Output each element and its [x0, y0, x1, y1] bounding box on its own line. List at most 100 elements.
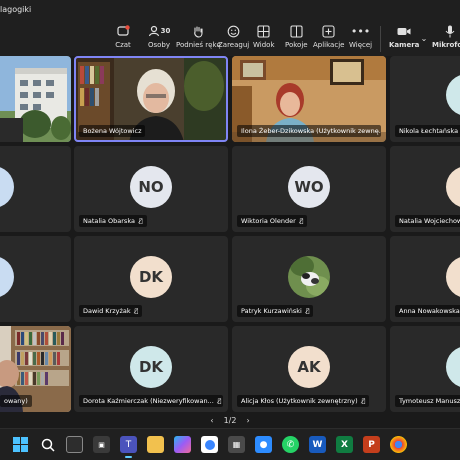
teams-icon[interactable]: T [120, 436, 137, 458]
participant-name-tag: Patryk Kurzawiński 🎙̸ [237, 305, 314, 317]
participant-name-tag: Wiktoria Olender 🎙̸ [237, 215, 308, 227]
task-view-icon[interactable] [66, 436, 83, 453]
react-label: Zareaguj [218, 41, 250, 49]
apps-icon [321, 23, 337, 39]
participant-name: Anna Nowakowska [399, 307, 460, 315]
mic-muted-icon: 🎙̸ [299, 217, 304, 225]
participant-tile[interactable]: S [0, 146, 71, 232]
apps-button[interactable]: Aplikacje [313, 23, 344, 49]
title-bar: lagogiki [0, 0, 460, 20]
mic-muted-icon: 🎙̸ [361, 397, 366, 405]
participant-name: Patryk Kurzawiński [241, 307, 302, 315]
avatar: WO [288, 166, 330, 208]
avatar: NO [130, 166, 172, 208]
toolbar-divider [380, 26, 381, 52]
people-count: 30 [160, 27, 171, 35]
mic-label: Mikrofon [432, 41, 460, 49]
file-explorer-icon[interactable] [147, 436, 164, 453]
participant-grid: N S NO WO N I DK A [0, 56, 460, 412]
view-label: Widok [253, 41, 275, 49]
participant-tile[interactable]: I [0, 236, 71, 322]
search-icon[interactable] [39, 436, 56, 453]
camera-icon [396, 23, 412, 39]
mic-muted-icon: 🎙̸ [217, 397, 222, 405]
view-icon [256, 23, 272, 39]
participant-name: owany) [4, 397, 28, 405]
chrome-icon[interactable] [390, 436, 407, 453]
participant-tile[interactable] [0, 56, 71, 142]
people-label: Osoby [147, 41, 171, 49]
photos-icon[interactable] [201, 436, 218, 453]
camera-label: Kamera [389, 41, 420, 49]
calculator-icon[interactable]: ▦ [228, 436, 245, 453]
participant-name-tag: Ilona Żeber-Dzikowska (Użytkownik zewnę.… [237, 125, 381, 137]
window-title: lagogiki [0, 5, 32, 14]
avatar: T [446, 346, 460, 388]
rooms-button[interactable]: Pokoje [285, 23, 308, 49]
participant-name-tag: Natalia Obarska 🎙̸ [79, 215, 147, 227]
powerpoint-icon[interactable]: P [363, 436, 380, 453]
whatsapp-icon[interactable]: ✆ [282, 436, 299, 453]
avatar: I [0, 256, 14, 298]
mic-muted-icon: 🎙̸ [134, 307, 139, 315]
participant-name: Tymoteusz Manuszak [399, 397, 460, 405]
participant-name: Alicja Kłos (Użytkownik zewnętrzny) [241, 397, 358, 405]
copilot-icon[interactable] [174, 436, 191, 453]
more-icon: ••• [350, 24, 371, 38]
participant-name-tag: Dawid Krzyżak 🎙̸ [79, 305, 143, 317]
avatar: N [446, 74, 460, 116]
avatar: S [0, 166, 14, 208]
windows-taskbar: ▣ T ▦ ● ✆ W X P [0, 428, 460, 460]
apps-label: Aplikacje [313, 41, 345, 49]
people-button[interactable]: 30 Osoby [145, 23, 173, 49]
mic-muted-icon: 🎙̸ [305, 307, 310, 315]
react-button[interactable]: Zareaguj [218, 23, 249, 49]
previous-page-button[interactable]: ‹ [210, 416, 213, 425]
participant-name: Ilona Żeber-Dzikowska (Użytkownik zewnę.… [241, 127, 381, 135]
raise-hand-button[interactable]: Podnieś rękę [176, 23, 221, 49]
chat-label: Czat [115, 41, 131, 49]
people-icon [148, 25, 159, 37]
page-navigator: ‹ 1/2 › [0, 412, 460, 428]
avatar: DK [130, 346, 172, 388]
participant-name-tag: Anna Nowakowska [395, 305, 460, 317]
chevron-down-icon: ⌄ [420, 33, 428, 43]
participant-name: Bożena Wójtowicz [83, 127, 142, 135]
avatar: AK [288, 346, 330, 388]
participant-name-tag: Alicja Kłos (Użytkownik zewnętrzny) 🎙̸ [237, 395, 370, 407]
next-page-button[interactable]: › [246, 416, 249, 425]
participant-name-tag: Bożena Wójtowicz [79, 125, 146, 137]
participant-name-tag: Nikola Łechtańska [395, 125, 460, 137]
participant-name: Dorota Kaźmierczak (Niezweryfikowan... [83, 397, 214, 405]
word-icon[interactable]: W [309, 436, 326, 453]
windows-start-icon[interactable] [12, 436, 29, 453]
camera-options-button[interactable]: ⌄ [416, 30, 432, 46]
widgets-icon[interactable]: ▣ [93, 436, 110, 453]
avatar: DK [130, 256, 172, 298]
mic-muted-icon: 🎙̸ [138, 217, 143, 225]
zoom-icon[interactable]: ● [255, 436, 272, 453]
rooms-label: Pokoje [285, 41, 308, 49]
participant-name: Wiktoria Olender [241, 217, 296, 225]
more-button[interactable]: ••• Więcej [349, 23, 373, 50]
rooms-icon [288, 23, 304, 39]
mic-button[interactable]: Mikrofon [432, 23, 460, 49]
avatar-photo [288, 256, 330, 298]
camera-button[interactable]: Kamera [389, 23, 419, 49]
raise-hand-icon [190, 23, 206, 39]
avatar: N [446, 166, 460, 208]
video-feed-building [0, 56, 71, 142]
view-button[interactable]: Widok [253, 23, 275, 49]
raise-hand-label: Podnieś rękę [176, 41, 221, 49]
participant-name-tag: Natalia Wojciechows [395, 215, 460, 227]
participant-name-tag: owany) [0, 395, 32, 407]
participant-name: Dawid Krzyżak [83, 307, 131, 315]
meeting-toolbar: Czat 30 Osoby Podnieś rękę Zareaguj Wido… [0, 20, 460, 56]
more-label: Więcej [349, 41, 373, 49]
page-indicator: 1/2 [223, 415, 237, 425]
chat-button[interactable]: Czat [115, 23, 131, 49]
participant-name-tag: Dorota Kaźmierczak (Niezweryfikowan... 🎙̸ [79, 395, 223, 407]
participant-name: Nikola Łechtańska [399, 127, 459, 135]
excel-icon[interactable]: X [336, 436, 353, 453]
react-icon [226, 23, 242, 39]
